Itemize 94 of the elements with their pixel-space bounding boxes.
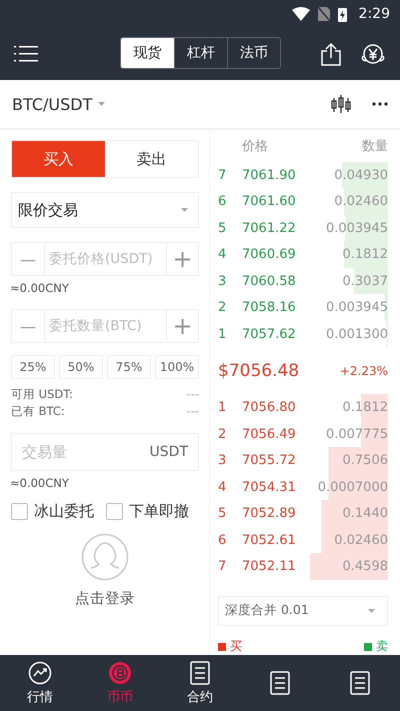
row-index: 4: [218, 480, 228, 495]
nav-item[interactable]: 币币: [80, 655, 160, 711]
price: 7060.58: [242, 274, 296, 289]
price: 7061.22: [242, 220, 296, 236]
battery-icon: [338, 6, 347, 22]
amount: 0.02460: [334, 194, 388, 210]
row-index: 5: [218, 506, 228, 522]
yuan-coin-icon[interactable]: [360, 42, 386, 66]
price: 7054.31: [242, 480, 296, 495]
side-tab[interactable]: 买入: [12, 141, 105, 177]
document-icon: [188, 660, 212, 684]
wifi-icon: [292, 7, 310, 21]
menu-icon[interactable]: [14, 45, 38, 63]
balance-value: ---: [186, 404, 199, 419]
balance-label: 可用 USDT:: [11, 387, 73, 402]
stepper-field[interactable]: — 委托价格(USDT) +: [11, 242, 199, 276]
price: 7052.11: [242, 559, 296, 574]
row-index: 2: [218, 300, 228, 316]
amount: 0.003945: [326, 220, 388, 236]
row-index: 2: [218, 426, 228, 442]
balance-label: 已有 BTC:: [11, 404, 65, 419]
cny-estimate: ≈0.00CNY: [10, 281, 69, 295]
candlestick-icon[interactable]: [330, 93, 352, 115]
percent-button[interactable]: 75%: [107, 355, 151, 379]
caret-icon: [181, 208, 188, 212]
row-index: 1: [218, 326, 228, 342]
percent-button[interactable]: 50%: [59, 355, 103, 379]
legend-label: 卖: [376, 638, 388, 655]
price: 7056.49: [242, 426, 296, 442]
amount: 0.007775: [326, 426, 388, 442]
price: 7052.61: [242, 532, 296, 548]
cny-estimate: ≈0.00CNY: [10, 476, 69, 490]
share-icon[interactable]: [320, 42, 342, 66]
nav-item[interactable]: 行情: [0, 655, 80, 711]
amount: 0.1440: [342, 506, 388, 522]
market-tab[interactable]: 杠杆: [174, 38, 227, 68]
amount: 0.4598: [342, 559, 388, 574]
row-index: 3: [218, 453, 228, 468]
checkbox[interactable]: [11, 503, 28, 520]
price: 7055.72: [242, 453, 296, 468]
row-index: 5: [218, 220, 228, 236]
trend-chart-icon: [28, 660, 52, 684]
column-header: 价格: [242, 138, 268, 155]
pair-selector[interactable]: BTC/USDT: [12, 94, 106, 114]
coin-icon: [108, 660, 132, 684]
row-index: 4: [218, 247, 228, 262]
last-price: $7056.48: [218, 360, 300, 381]
market-tab[interactable]: 法币: [227, 38, 280, 68]
caret-icon: [98, 102, 106, 106]
price: 7057.62: [242, 326, 296, 342]
amount: 0.3037: [342, 274, 388, 289]
price: 7052.89: [242, 506, 296, 522]
column-header: 数量: [362, 138, 388, 155]
option-label[interactable]: 冰山委托: [34, 502, 94, 521]
amount: 0.7506: [342, 453, 388, 468]
row-index: 7: [218, 559, 228, 574]
unit-label: USDT: [150, 444, 188, 460]
price: 7056.80: [242, 400, 296, 416]
price: 7061.90: [242, 168, 296, 183]
market-tab[interactable]: 现货: [121, 38, 174, 68]
document-icon: [268, 671, 292, 695]
volume-field[interactable]: 交易量 USDT: [11, 433, 199, 471]
row-index: 7: [218, 168, 228, 183]
legend-label: 买: [230, 638, 242, 655]
row-index: 6: [218, 532, 228, 548]
more-icon[interactable]: [372, 102, 388, 106]
stepper-field[interactable]: — 委托数量(BTC) +: [11, 309, 199, 343]
login-link[interactable]: 点击登录: [75, 589, 135, 608]
amount: 0.001300: [326, 326, 388, 342]
amount: 0.02460: [334, 532, 388, 548]
price-change: +2.23%: [340, 364, 388, 378]
percent-button[interactable]: 25%: [11, 355, 55, 379]
nav-item[interactable]: 合约: [160, 655, 240, 711]
no-sim-icon: [318, 7, 330, 21]
amount: 0.0007000: [318, 480, 388, 495]
row-index: 1: [218, 400, 228, 416]
option-label[interactable]: 下单即撤: [129, 502, 189, 521]
amount: 0.003945: [326, 300, 388, 316]
price: 7060.69: [242, 247, 296, 262]
checkbox[interactable]: [106, 503, 123, 520]
clock-time: 2:29: [358, 6, 390, 22]
document-icon: [348, 671, 372, 695]
amount: 0.1812: [342, 247, 388, 262]
balance-value: ---: [186, 387, 199, 402]
percent-button[interactable]: 100%: [155, 355, 199, 379]
caret-icon: [368, 608, 375, 613]
amount: 0.04930: [334, 168, 388, 183]
amount: 0.1812: [342, 400, 388, 416]
depth-dropdown[interactable]: 深度合并 0.01: [218, 596, 388, 626]
price: 7058.16: [242, 300, 296, 316]
order-type-dropdown[interactable]: 限价交易: [11, 192, 199, 228]
row-index: 6: [218, 194, 228, 210]
price: 7061.60: [242, 194, 296, 210]
row-index: 3: [218, 274, 228, 289]
